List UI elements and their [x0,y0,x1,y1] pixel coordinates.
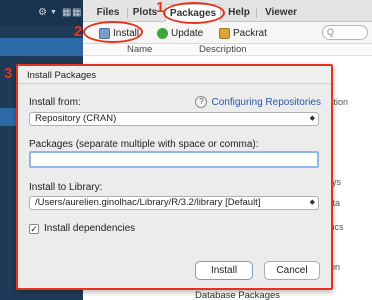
install-packages-dialog: Install Packages Install from: ? Configu… [16,64,333,290]
chevron-down-icon[interactable]: ▼ [50,8,57,18]
annotation-number-2: 2 [74,23,83,40]
dialog-titlebar: Install Packages [18,66,331,84]
package-table-header: Name Description [83,44,372,56]
tab-divider [256,8,257,18]
packages-input[interactable] [29,151,319,168]
pane-tabbar: Files Plots Packages Help Viewer [83,0,372,22]
packrat-label: Packrat [233,27,267,39]
update-label: Update [171,27,204,39]
library-label: Install to Library: [29,182,103,193]
gear-icon[interactable]: ⚙ [38,8,47,18]
install-from-value: Repository (CRAN) [35,113,117,124]
configuring-repositories-link[interactable]: ? Configuring Repositories [195,96,321,108]
update-icon [157,27,168,39]
grid-icon[interactable]: ▦ [72,8,81,18]
annotation-ring-install [83,21,143,43]
chevron-updown-icon: ◆ [309,199,315,206]
editor-toolbar: ⚙ ▼ ▦ ▦ [0,0,83,26]
annotation-ring-packages [163,2,225,24]
package-description: Database Packages [195,290,281,300]
column-name[interactable]: Name [127,44,152,55]
package-search-input[interactable]: Q [322,25,368,40]
dialog-title: Install Packages [27,70,97,81]
install-from-select[interactable]: Repository (CRAN) ◆ [29,112,319,126]
chevron-updown-icon: ◆ [309,115,315,122]
packrat-button[interactable]: Packrat [219,26,267,40]
annotation-number-1: 1 [156,0,165,16]
tab-viewer[interactable]: Viewer [261,4,301,22]
tab-divider [127,8,128,18]
selected-line [0,38,83,56]
help-icon: ? [195,96,208,108]
cancel-button[interactable]: Cancel [264,261,320,280]
library-value: /Users/aurelien.ginolhac/Library/R/3.2/l… [35,197,261,208]
packrat-icon [219,27,230,39]
install-dependencies-label: Install dependencies [44,223,136,234]
column-description[interactable]: Description [199,44,247,55]
grid-icon[interactable]: ▦ [62,8,71,18]
tab-help[interactable]: Help [225,4,253,22]
search-icon: Q [327,27,335,37]
tab-plots[interactable]: Plots [131,4,159,22]
annotation-number-3: 3 [4,65,13,82]
update-button[interactable]: Update [157,26,203,40]
install-dependencies-checkbox[interactable]: ✓ [29,224,39,234]
library-select[interactable]: /Users/aurelien.ginolhac/Library/R/3.2/l… [29,196,319,210]
install-from-label: Install from: [29,97,81,108]
packages-label: Packages (separate multiple with space o… [29,139,259,150]
install-button-dialog[interactable]: Install [195,261,253,280]
tab-files[interactable]: Files [93,4,123,22]
help-link-label: Configuring Repositories [211,96,321,108]
